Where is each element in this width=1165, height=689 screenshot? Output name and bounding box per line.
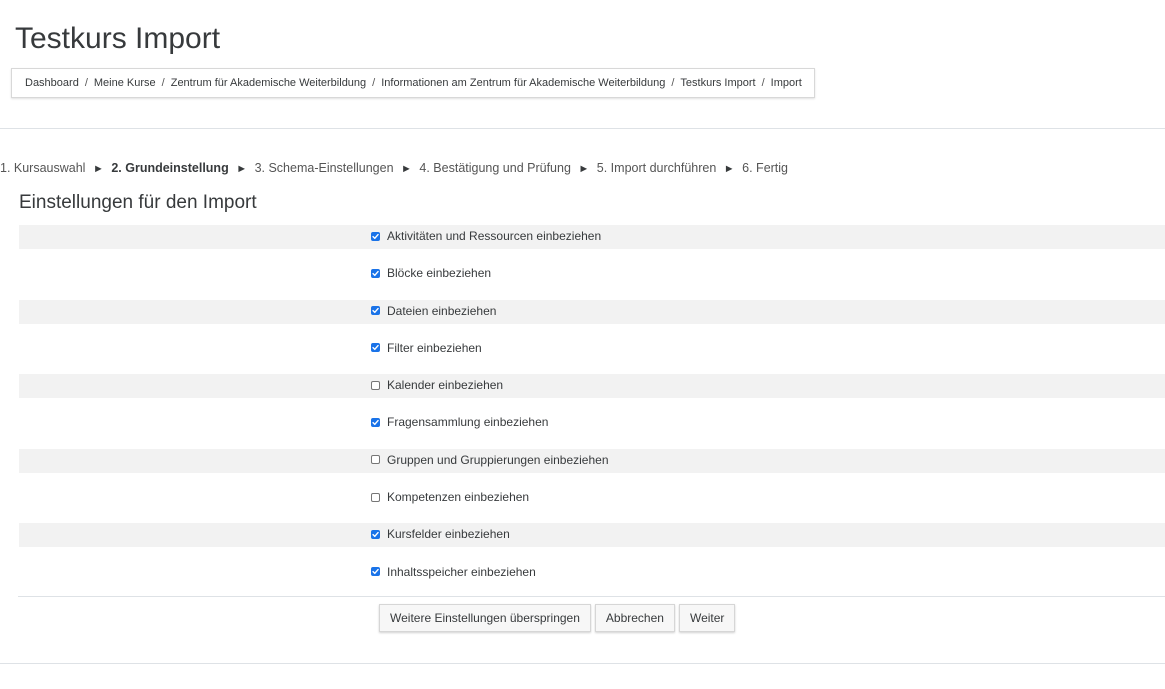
setting-label: Aktivitäten und Ressourcen einbeziehen xyxy=(387,229,602,243)
import-progress-steps: 1. Kursauswahl ► 2. Grundeinstellung ► 3… xyxy=(0,160,788,177)
checkbox[interactable] xyxy=(371,492,380,502)
skip-settings-button[interactable]: Weitere Einstellungen überspringen xyxy=(379,604,591,632)
section-heading: Einstellungen für den Import xyxy=(19,192,257,213)
setting-aktivitaeten[interactable]: Aktivitäten und Ressourcen einbeziehen xyxy=(371,228,601,244)
setting-row-gruppen: Gruppen und Gruppierungen einbeziehen xyxy=(19,448,1165,486)
setting-label: Kompetenzen einbeziehen xyxy=(387,490,530,505)
footer-divider xyxy=(0,663,1165,664)
checkbox[interactable] xyxy=(371,343,380,353)
breadcrumb-separator: / xyxy=(671,77,675,89)
breadcrumb: Dashboard / Meine Kurse / Zentrum für Ak… xyxy=(11,68,815,98)
step-grundeinstellung: 2. Grundeinstellung xyxy=(111,161,229,175)
setting-gruppen[interactable]: Gruppen und Gruppierungen einbeziehen xyxy=(371,452,609,468)
step-arrow-icon: ► xyxy=(401,163,412,175)
setting-kursfelder[interactable]: Kursfelder einbeziehen xyxy=(371,526,510,542)
setting-kalender[interactable]: Kalender einbeziehen xyxy=(371,377,503,393)
setting-dateien[interactable]: Dateien einbeziehen xyxy=(371,303,496,319)
checkbox[interactable] xyxy=(371,529,380,539)
setting-row-kompetenzen: Kompetenzen einbeziehen xyxy=(19,486,1165,523)
page-title: Testkurs Import xyxy=(15,22,221,55)
setting-row-inhaltsspeicher: Inhaltsspeicher einbeziehen xyxy=(19,561,1165,598)
checkbox[interactable] xyxy=(371,455,380,465)
step-kursauswahl: 1. Kursauswahl xyxy=(0,161,86,175)
setting-label: Blöcke einbeziehen xyxy=(387,266,492,281)
breadcrumb-separator: / xyxy=(372,77,376,89)
setting-filter[interactable]: Filter einbeziehen xyxy=(371,340,482,356)
breadcrumb-item-testkurs-import[interactable]: Testkurs Import xyxy=(680,77,755,89)
setting-label: Fragensammlung einbeziehen xyxy=(387,415,549,430)
row-band xyxy=(19,374,1165,399)
row-band xyxy=(19,523,1165,548)
breadcrumb-item-zentrum[interactable]: Zentrum für Akademische Weiterbildung xyxy=(171,77,366,89)
step-arrow-icon: ► xyxy=(92,163,104,175)
setting-label: Filter einbeziehen xyxy=(387,340,482,355)
step-fertig: 6. Fertig xyxy=(742,161,789,175)
step-import-durchfuehren: 5. Import durchführen xyxy=(596,161,717,175)
import-settings-list: Aktivitäten und Ressourcen einbeziehen B… xyxy=(19,225,1165,598)
breadcrumb-item-informationen[interactable]: Informationen am Zentrum für Akademische… xyxy=(381,77,665,89)
header-divider xyxy=(0,128,1165,129)
page: Testkurs Import Dashboard / Meine Kurse … xyxy=(0,0,1165,689)
setting-inhaltsspeicher[interactable]: Inhaltsspeicher einbeziehen xyxy=(371,564,536,580)
setting-label: Inhaltsspeicher einbeziehen xyxy=(387,564,536,579)
form-divider xyxy=(18,596,1165,597)
breadcrumb-item-dashboard[interactable]: Dashboard xyxy=(25,77,79,89)
checkbox[interactable] xyxy=(371,231,380,241)
cancel-button[interactable]: Abbrechen xyxy=(594,604,675,632)
setting-row-kursfelder: Kursfelder einbeziehen xyxy=(19,523,1165,560)
breadcrumb-item-import[interactable]: Import xyxy=(771,77,802,89)
step-schema-einstellungen: 3. Schema-Einstellungen xyxy=(254,161,394,175)
setting-row-dateien: Dateien einbeziehen xyxy=(19,299,1165,337)
checkbox[interactable] xyxy=(371,306,380,316)
checkbox[interactable] xyxy=(371,417,380,427)
row-band xyxy=(19,299,1165,324)
setting-row-fragensammlung: Fragensammlung einbeziehen xyxy=(19,411,1165,448)
setting-label: Kalender einbeziehen xyxy=(387,378,504,393)
setting-row-filter: Filter einbeziehen xyxy=(19,337,1165,374)
checkbox[interactable] xyxy=(371,268,380,278)
step-arrow-icon: ► xyxy=(578,163,590,175)
form-buttons: Weitere Einstellungen überspringen Abbre… xyxy=(379,604,736,632)
setting-bloecke[interactable]: Blöcke einbeziehen xyxy=(371,265,491,281)
step-arrow-icon: ► xyxy=(236,163,248,175)
setting-fragensammlung[interactable]: Fragensammlung einbeziehen xyxy=(371,414,548,430)
setting-label: Kursfelder einbeziehen xyxy=(387,527,510,542)
step-arrow-icon: ► xyxy=(723,163,735,175)
setting-label: Gruppen und Gruppierungen einbeziehen xyxy=(387,452,609,467)
breadcrumb-item-meine-kurse[interactable]: Meine Kurse xyxy=(94,77,156,89)
checkbox[interactable] xyxy=(371,380,380,390)
breadcrumb-separator: / xyxy=(161,77,165,89)
breadcrumb-separator: / xyxy=(761,77,765,89)
setting-kompetenzen[interactable]: Kompetenzen einbeziehen xyxy=(371,489,529,505)
next-button[interactable]: Weiter xyxy=(678,604,736,632)
setting-row-bloecke: Blöcke einbeziehen xyxy=(19,262,1165,299)
breadcrumb-separator: / xyxy=(84,77,88,89)
setting-row-aktivitaeten: Aktivitäten und Ressourcen einbeziehen xyxy=(19,225,1165,262)
setting-row-kalender: Kalender einbeziehen xyxy=(19,374,1165,411)
checkbox[interactable] xyxy=(371,567,380,577)
step-bestaetigung: 4. Bestätigung und Prüfung xyxy=(419,161,571,175)
setting-label: Dateien einbeziehen xyxy=(387,303,497,318)
